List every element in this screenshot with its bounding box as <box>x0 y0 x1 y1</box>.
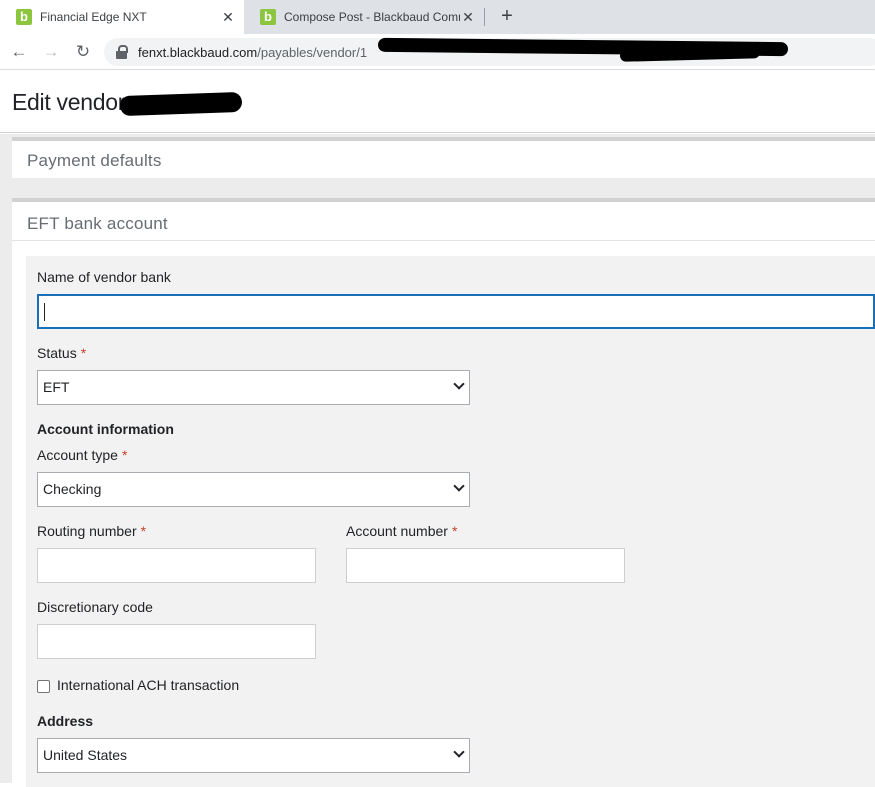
international-ach-checkbox[interactable] <box>37 680 50 693</box>
section-heading: Payment defaults <box>27 151 162 170</box>
account-information-heading: Account information <box>37 421 174 437</box>
browser-toolbar: ← → ↻ fenxt.blackbaud.com/payables/vendo… <box>0 34 875 70</box>
account-type-select[interactable]: Checking <box>37 472 470 507</box>
text-caret <box>44 303 45 321</box>
lock-icon[interactable] <box>116 45 128 59</box>
redaction-mark <box>119 91 243 117</box>
new-tab-button[interactable]: + <box>496 6 518 28</box>
routing-number-input[interactable] <box>37 548 316 583</box>
account-type-label: Account type * <box>37 447 128 463</box>
blackbaud-favicon-icon: b <box>16 9 32 25</box>
divider <box>12 240 875 241</box>
required-marker: * <box>80 345 87 361</box>
international-ach-label[interactable]: International ACH transaction <box>57 677 239 693</box>
tab-title: Compose Post - Blackbaud Comm <box>284 10 460 24</box>
country-selected-value: United States <box>43 747 128 763</box>
status-select[interactable]: EFT <box>37 370 470 405</box>
payment-defaults-section[interactable]: Payment defaults <box>12 137 875 178</box>
tab-separator <box>484 8 485 26</box>
page-header: Edit vendor <box>0 71 875 133</box>
tab-compose-post[interactable]: b Compose Post - Blackbaud Comm ✕ <box>244 0 484 34</box>
chevron-down-icon <box>453 378 465 390</box>
forward-arrow-icon[interactable]: → <box>40 41 62 63</box>
routing-number-label: Routing number * <box>37 523 147 539</box>
discretionary-code-label: Discretionary code <box>37 599 153 615</box>
close-tab-icon[interactable]: ✕ <box>460 9 476 25</box>
blackbaud-favicon-icon: b <box>260 9 276 25</box>
eft-bank-account-section: EFT bank account Name of vendor bank Sta… <box>12 198 875 787</box>
address-heading: Address <box>37 713 94 729</box>
eft-form-panel: Name of vendor bank Status * EFT Account … <box>26 256 875 787</box>
url-host: fenxt.blackbaud.com <box>138 44 258 60</box>
status-selected-value: EFT <box>43 379 70 395</box>
tab-financial-edge[interactable]: b Financial Edge NXT ✕ <box>0 0 244 34</box>
page-title: Edit vendor <box>12 89 126 115</box>
close-tab-icon[interactable]: ✕ <box>220 9 236 25</box>
required-marker: * <box>121 447 128 463</box>
section-heading: EFT bank account <box>27 214 168 233</box>
discretionary-code-input[interactable] <box>37 624 316 659</box>
url-path: /payables/vendor/1 <box>257 44 368 60</box>
required-marker: * <box>451 523 458 539</box>
required-marker: * <box>140 523 147 539</box>
vendor-bank-name-input[interactable] <box>37 294 875 329</box>
vendor-bank-name-label: Name of vendor bank <box>37 269 171 285</box>
account-number-label: Account number * <box>346 523 458 539</box>
back-arrow-icon[interactable]: ← <box>8 41 30 63</box>
country-select[interactable]: United States <box>37 738 470 773</box>
reload-icon[interactable]: ↻ <box>72 41 94 63</box>
status-label: Status * <box>37 345 87 361</box>
tab-title: Financial Edge NXT <box>40 10 147 24</box>
account-number-input[interactable] <box>346 548 625 583</box>
chevron-down-icon <box>453 746 465 758</box>
browser-tab-strip: b Financial Edge NXT ✕ b Compose Post - … <box>0 0 875 34</box>
account-type-selected-value: Checking <box>43 481 102 497</box>
chevron-down-icon <box>453 480 465 492</box>
